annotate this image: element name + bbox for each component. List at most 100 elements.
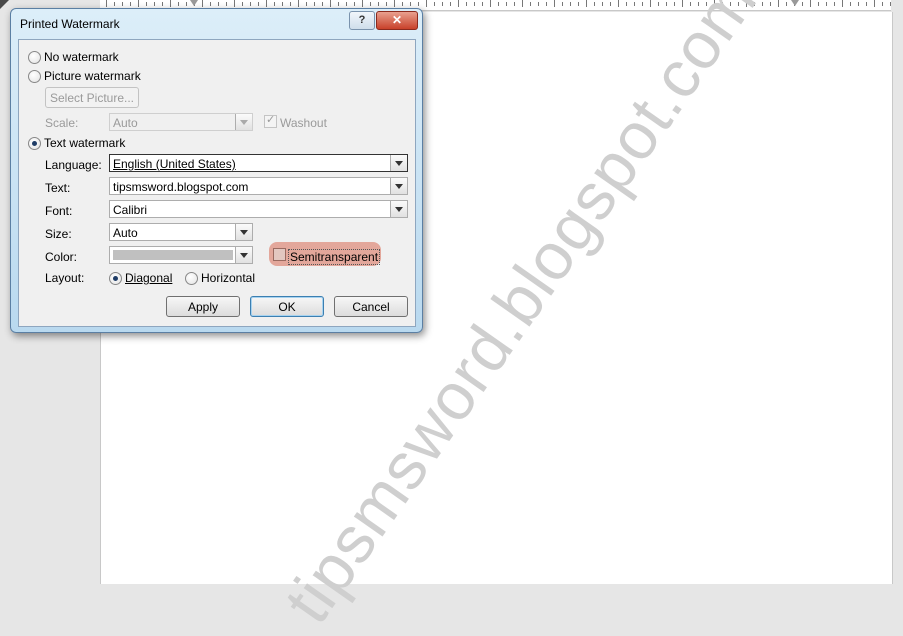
ruler-tick	[162, 2, 163, 6]
font-label: Font:	[45, 204, 73, 218]
ruler-tick	[458, 0, 459, 7]
layout-horizontal-radio[interactable]	[185, 272, 198, 285]
ruler-tick	[562, 2, 563, 6]
ruler-tick	[650, 0, 651, 7]
ruler-tick	[858, 2, 859, 6]
ruler-tick	[474, 2, 475, 6]
ruler-tick	[450, 2, 451, 6]
size-value: Auto	[113, 226, 138, 240]
font-value: Calibri	[113, 203, 148, 217]
ruler-tick	[154, 2, 155, 6]
ruler-tick	[378, 2, 379, 6]
washout-checkbox[interactable]: ✓	[264, 114, 277, 128]
language-select[interactable]: English (United States)	[109, 154, 408, 172]
ruler-tick	[394, 0, 395, 7]
chevron-down-icon	[390, 155, 407, 171]
help-button[interactable]: ?	[349, 11, 375, 30]
ruler-tick	[330, 0, 331, 7]
ruler-tick	[130, 2, 131, 6]
ruler-tick	[578, 2, 579, 6]
ruler-tick	[674, 2, 675, 6]
ruler-tick	[538, 2, 539, 6]
color-select[interactable]	[109, 246, 253, 264]
color-swatch	[113, 250, 233, 260]
layout-diagonal-radio[interactable]	[109, 272, 122, 285]
chevron-down-icon	[390, 201, 407, 217]
scale-label: Scale:	[45, 116, 79, 130]
chevron-down-icon	[235, 247, 252, 263]
ruler-tick	[786, 2, 787, 6]
text-watermark-radio[interactable]	[28, 137, 41, 150]
layout-horizontal-label[interactable]: Horizontal	[201, 271, 255, 285]
ruler-tick	[626, 2, 627, 6]
ruler-tick	[242, 2, 243, 6]
text-watermark-label[interactable]: Text watermark	[44, 136, 125, 150]
semitransparent-label[interactable]: Semitransparent	[288, 249, 381, 265]
semitransparent-checkbox[interactable]	[273, 248, 286, 261]
picture-watermark-radio[interactable]	[28, 70, 41, 83]
ruler-tick	[426, 0, 427, 7]
size-combobox[interactable]: Auto	[109, 223, 253, 241]
ruler-tick	[618, 0, 619, 7]
ruler-tick	[874, 0, 875, 7]
apply-button[interactable]: Apply	[166, 296, 240, 317]
ruler-tick	[498, 2, 499, 6]
ruler-tick	[522, 0, 523, 7]
ruler-tick	[466, 2, 467, 6]
ruler-tick	[866, 2, 867, 6]
ruler-tick	[410, 2, 411, 6]
ruler-tick	[298, 0, 299, 7]
ruler-tick	[234, 0, 235, 7]
ruler-tick	[658, 2, 659, 6]
ruler-tick	[770, 2, 771, 6]
ruler-tick	[802, 2, 803, 6]
ruler-tick	[490, 0, 491, 7]
ruler-indent-marker-right[interactable]	[791, 0, 799, 6]
dialog-title: Printed Watermark	[20, 17, 120, 31]
scale-value: Auto	[113, 116, 138, 130]
ruler-tick	[634, 2, 635, 6]
close-button[interactable]: ✕	[376, 11, 418, 30]
cancel-button[interactable]: Cancel	[334, 296, 408, 317]
layout-diagonal-label[interactable]: Diagonal	[125, 271, 172, 285]
no-watermark-radio[interactable]	[28, 51, 41, 64]
ruler-tick	[178, 2, 179, 6]
ruler-tick	[610, 2, 611, 6]
ruler-tick	[586, 0, 587, 7]
washout-label: Washout	[280, 116, 327, 130]
ruler-tick	[418, 2, 419, 6]
ruler-tick	[570, 2, 571, 6]
ruler-tick	[338, 2, 339, 6]
ruler-tick	[170, 0, 171, 7]
scale-select[interactable]: Auto	[109, 113, 253, 131]
ruler-tick	[514, 2, 515, 6]
ruler-tick	[258, 2, 259, 6]
ruler-tick	[226, 2, 227, 6]
ruler-tick	[106, 0, 107, 7]
ruler-tick	[138, 0, 139, 7]
picture-watermark-label[interactable]: Picture watermark	[44, 69, 141, 83]
ruler-tick	[114, 2, 115, 6]
text-label: Text:	[45, 181, 71, 195]
no-watermark-label[interactable]: No watermark	[44, 50, 119, 64]
ruler-tick	[594, 2, 595, 6]
ruler-tick	[826, 2, 827, 6]
ruler-tick	[842, 0, 843, 7]
text-combobox[interactable]: tipsmsword.blogspot.com	[109, 177, 408, 195]
color-label: Color:	[45, 250, 78, 264]
text-value: tipsmsword.blogspot.com	[113, 180, 249, 194]
ruler-tick	[890, 2, 891, 6]
ruler-tick	[346, 2, 347, 6]
ruler-tick	[834, 2, 835, 6]
ruler-tick	[778, 0, 779, 7]
ok-button[interactable]: OK	[250, 296, 324, 317]
ruler-tick	[282, 2, 283, 6]
ruler-indent-marker-left[interactable]	[190, 0, 198, 6]
ruler-tick	[386, 2, 387, 6]
ruler-tick	[250, 2, 251, 6]
ruler-tick	[146, 2, 147, 6]
font-select[interactable]: Calibri	[109, 200, 408, 218]
chevron-down-icon	[235, 224, 252, 240]
size-label: Size:	[45, 227, 72, 241]
select-picture-button[interactable]: Select Picture...	[45, 87, 139, 108]
